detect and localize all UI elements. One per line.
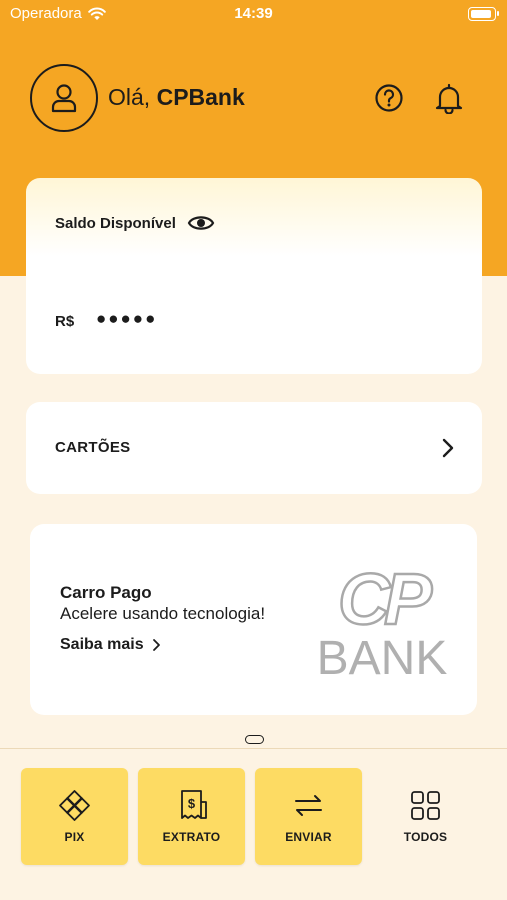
currency-symbol: R$ <box>55 313 75 330</box>
transfer-arrows-icon <box>295 795 322 816</box>
enviar-label: ENVIAR <box>285 830 332 844</box>
todos-label: TODOS <box>403 830 448 844</box>
status-time: 14:39 <box>234 5 273 22</box>
bell-icon[interactable] <box>434 82 464 114</box>
battery-icon <box>468 7 499 21</box>
learn-more-link[interactable]: Saiba mais <box>60 636 162 654</box>
status-bar: Operadora 14:39 <box>0 0 507 30</box>
chevron-right-icon <box>152 639 160 651</box>
logo-text-bottom: BANK <box>317 632 448 678</box>
avatar-button[interactable] <box>30 64 98 132</box>
help-icon[interactable] <box>374 83 404 113</box>
cards-label: CARTÕES <box>55 439 131 456</box>
learn-more-label: Saiba mais <box>60 636 144 653</box>
eye-icon[interactable] <box>187 212 215 234</box>
cpbank-logo: CP BANK <box>317 560 448 678</box>
chevron-right-icon <box>442 438 454 458</box>
pix-icon <box>59 790 90 821</box>
balance-card: Saldo Disponível R$ ●●●●● <box>26 178 482 374</box>
svg-text:$: $ <box>188 796 196 811</box>
receipt-icon: $ <box>181 790 207 819</box>
enviar-button[interactable]: ENVIAR <box>255 768 362 865</box>
grid-icon <box>411 791 440 820</box>
extrato-button[interactable]: $ EXTRATO <box>138 768 245 865</box>
cards-row[interactable]: CARTÕES <box>26 402 482 494</box>
pix-button[interactable]: PIX <box>21 768 128 865</box>
greeting: Olá, CPBank <box>108 84 245 111</box>
promo-banner[interactable]: Carro Pago Acelere usando tecnologia! Sa… <box>30 524 477 715</box>
greeting-text: Olá, <box>108 84 151 110</box>
masked-balance: ●●●●● <box>96 309 158 328</box>
logo-text-top: CP <box>338 560 433 640</box>
promo-title: Carro Pago <box>60 583 152 602</box>
user-name: CPBank <box>156 84 245 110</box>
sheet-handle[interactable] <box>245 735 264 744</box>
user-icon <box>51 84 77 113</box>
promo-subtitle: Acelere usando tecnologia! <box>60 604 266 623</box>
todos-button[interactable]: TODOS <box>372 768 479 865</box>
balance-label: Saldo Disponível <box>55 215 176 232</box>
extrato-label: EXTRATO <box>162 830 221 844</box>
pix-label: PIX <box>64 830 85 844</box>
